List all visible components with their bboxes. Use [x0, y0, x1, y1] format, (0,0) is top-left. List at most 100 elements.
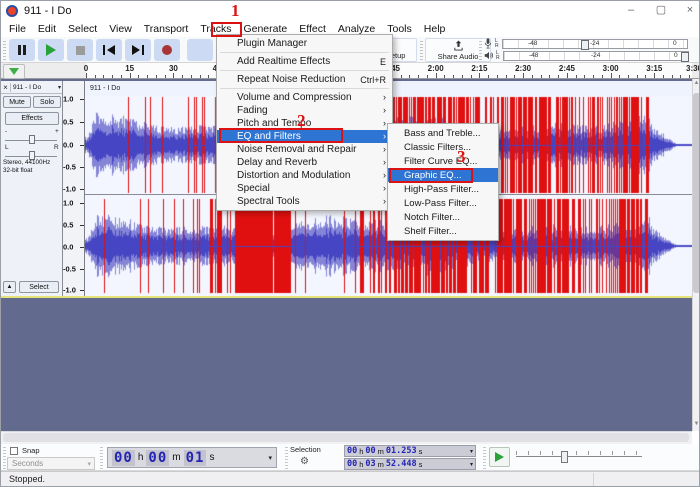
recording-level-slider[interactable]	[581, 40, 589, 50]
menu-file[interactable]: File	[3, 22, 32, 36]
record-button[interactable]	[154, 39, 180, 61]
collapse-track-button[interactable]: ▲	[3, 281, 16, 293]
ruler-label: 3:15	[646, 64, 662, 73]
snap-checkbox[interactable]	[10, 447, 18, 455]
title-bar: 911 - I Do – ▢ ×	[1, 1, 700, 21]
skip-to-end-button[interactable]	[125, 39, 151, 61]
stop-button[interactable]	[67, 39, 93, 61]
position-seconds[interactable]: 01	[184, 450, 207, 466]
submenu-item-high-pass-filter[interactable]: High-Pass Filter...	[388, 182, 498, 196]
pause-button[interactable]	[9, 39, 35, 61]
toolbar-grip[interactable]	[479, 39, 482, 60]
snap-unit-value: Seconds	[12, 459, 87, 468]
snap-unit-select[interactable]: Seconds ▾	[7, 457, 95, 470]
menu-item-plugin-manager[interactable]: Plugin Manager	[217, 37, 392, 50]
menu-view[interactable]: View	[103, 22, 138, 36]
annotation-box-effect	[211, 22, 242, 37]
minimize-button[interactable]: –	[623, 3, 639, 18]
position-hours[interactable]: 00	[112, 450, 135, 466]
menu-item-volume-and-compression[interactable]: Volume and Compression›	[217, 91, 392, 104]
play-at-speed-button[interactable]	[489, 447, 510, 467]
meter-scale-24: -24	[591, 52, 600, 59]
submenu-item-classic-filters[interactable]: Classic Filters...	[388, 140, 498, 154]
maximize-button[interactable]: ▢	[653, 3, 669, 18]
annotation-step-2: 2	[297, 111, 306, 131]
selection-start-field[interactable]: 00h 00m 01.253s ▾	[344, 445, 476, 457]
menu-transport[interactable]: Transport	[138, 22, 195, 36]
caret-down-icon[interactable]: ▾	[268, 454, 272, 462]
play-icon	[46, 44, 56, 56]
speed-slider-thumb[interactable]	[561, 451, 568, 463]
submenu-item-bass-and-treble[interactable]: Bass and Treble...	[388, 126, 498, 140]
play-icon	[495, 452, 504, 462]
submenu-item-filter-curve-eq[interactable]: Filter Curve EQ...	[388, 154, 498, 168]
mute-button[interactable]: Mute	[3, 96, 31, 108]
menu-item-special[interactable]: Special›	[217, 182, 392, 195]
audio-position-display[interactable]: 00 h 00 m 01 s ▾	[107, 447, 277, 468]
menu-item-add-realtime-effects[interactable]: Add Realtime EffectsE	[217, 55, 392, 68]
menu-select[interactable]: Select	[62, 22, 103, 36]
menu-item-noise-removal-and-repair[interactable]: Noise Removal and Repair›	[217, 143, 392, 156]
skip-end-icon	[132, 45, 140, 55]
playback-meter[interactable]: L R -48 -24 0	[484, 50, 689, 61]
recording-meter[interactable]: L R -48 -24 0	[484, 38, 688, 49]
track-menu-caret-icon[interactable]: ▾	[58, 84, 61, 91]
submenu-arrow-icon: ›	[383, 184, 386, 193]
submenu-arrow-icon: ›	[383, 197, 386, 206]
track-select-button[interactable]: Select	[19, 281, 59, 293]
audacity-window: 911 - I Do – ▢ × File Edit Select View T…	[0, 0, 700, 487]
horizontal-scrollbar-thumb[interactable]	[3, 433, 689, 442]
toolbar-grip[interactable]	[100, 446, 103, 469]
gear-icon[interactable]: ⚙	[300, 456, 309, 467]
toolbar-grip[interactable]	[3, 39, 6, 60]
meter-scale-0: 0	[673, 40, 677, 47]
loop-button[interactable]	[187, 39, 213, 61]
toolbar-grip[interactable]	[285, 446, 288, 469]
meter-scale-24: -24	[590, 40, 599, 47]
menu-edit[interactable]: Edit	[32, 22, 62, 36]
menu-item-distortion-and-modulation[interactable]: Distortion and Modulation›	[217, 169, 392, 182]
track-format-info: Stereo, 44100Hz 32-bit float	[3, 159, 50, 175]
submenu-arrow-icon: ›	[383, 171, 386, 180]
ruler-label: 0	[84, 64, 88, 73]
position-minutes[interactable]: 00	[146, 450, 169, 466]
meter-right-label: R	[495, 44, 500, 49]
track-name[interactable]: 911 - I Do	[13, 84, 41, 91]
scroll-down-icon[interactable]: ▼	[693, 421, 700, 427]
ruler-label: 15	[125, 64, 134, 73]
toolbar-grip[interactable]	[483, 446, 486, 469]
menu-item-spectral-tools[interactable]: Spectral Tools›	[217, 195, 392, 208]
menu-item-delay-and-reverb[interactable]: Delay and Reverb›	[217, 156, 392, 169]
toolbar-grip[interactable]	[420, 39, 423, 60]
timeline-options-button[interactable]	[3, 64, 25, 79]
snap-label: Snap	[22, 446, 40, 455]
submenu-item-shelf-filter[interactable]: Shelf Filter...	[388, 224, 498, 238]
share-upload-icon	[453, 40, 464, 51]
pan-right-label: R	[54, 144, 59, 151]
status-text: Stopped.	[9, 474, 45, 484]
play-button[interactable]	[38, 39, 64, 61]
gain-slider-thumb[interactable]	[29, 135, 35, 144]
menu-item-repeat-noise-reduction[interactable]: Repeat Noise ReductionCtrl+R	[217, 73, 392, 86]
timeline-triangle-icon	[9, 68, 19, 75]
menu-help[interactable]: Help	[418, 22, 452, 36]
scroll-up-icon[interactable]: ▲	[693, 80, 700, 86]
solo-button[interactable]: Solo	[33, 96, 61, 108]
speed-slider-track[interactable]	[516, 456, 642, 457]
ruler-label: 2:30	[515, 64, 531, 73]
menu-separator	[217, 86, 392, 91]
track-close-icon[interactable]: ×	[1, 83, 11, 92]
vertical-scrollbar-thumb[interactable]	[693, 93, 700, 293]
effects-button[interactable]: Effects	[5, 112, 59, 125]
skip-start-icon	[103, 45, 105, 55]
submenu-item-notch-filter[interactable]: Notch Filter...	[388, 210, 498, 224]
close-button[interactable]: ×	[682, 3, 698, 18]
selection-end-field[interactable]: 00h 03m 52.448s ▾	[344, 458, 476, 470]
submenu-item-low-pass-filter[interactable]: Low-Pass Filter...	[388, 196, 498, 210]
toolbar-grip[interactable]	[3, 446, 6, 469]
playback-level-slider[interactable]	[681, 52, 689, 62]
ruler-label: 2:15	[471, 64, 487, 73]
submenu-arrow-icon: ›	[383, 93, 386, 102]
skip-to-start-button[interactable]	[96, 39, 122, 61]
track-control-panel: × 911 - I Do ▾ Mute Solo Effects - + L R…	[1, 81, 63, 296]
